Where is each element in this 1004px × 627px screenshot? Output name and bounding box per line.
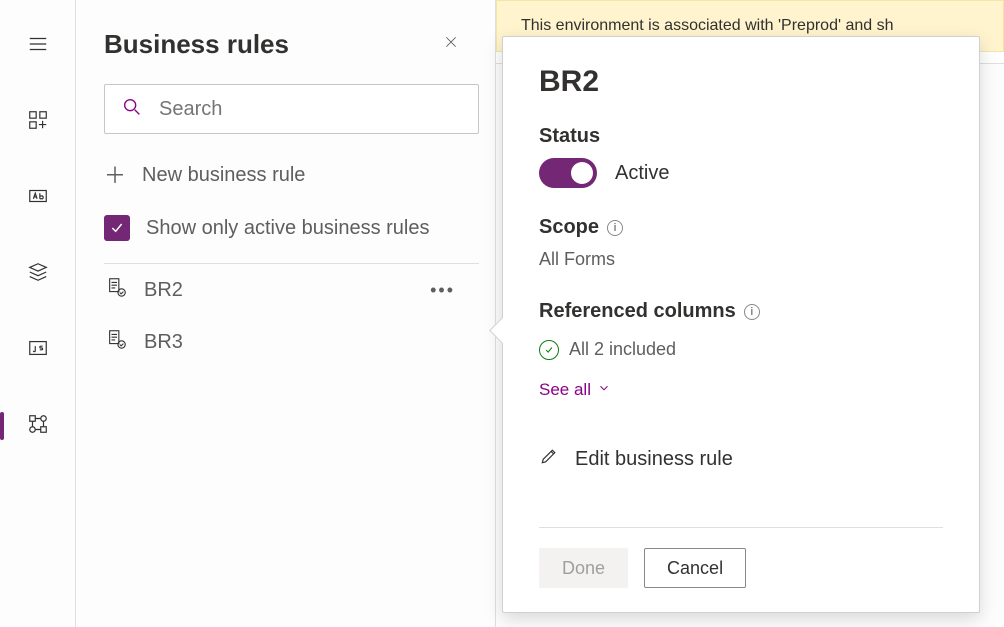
search-input[interactable] xyxy=(157,97,462,122)
js-icon xyxy=(27,337,49,364)
nav-layers[interactable] xyxy=(16,256,60,292)
hamburger-icon xyxy=(27,33,49,60)
filter-label: Show only active business rules xyxy=(146,217,429,240)
rule-icon xyxy=(106,276,128,304)
nav-text[interactable] xyxy=(16,180,60,216)
check-circle-icon xyxy=(539,340,559,360)
done-button[interactable]: Done xyxy=(539,548,628,588)
business-rules-panel: Business rules ＋ New business rule Show … xyxy=(76,0,496,627)
nav-menu[interactable] xyxy=(16,28,60,64)
info-icon[interactable]: i xyxy=(607,220,623,236)
grid-icon xyxy=(27,109,49,136)
status-label: Status xyxy=(539,125,943,148)
rule-item-br3[interactable]: BR3 xyxy=(104,316,487,368)
more-icon[interactable]: ••• xyxy=(430,280,455,301)
close-icon xyxy=(443,34,459,55)
flyout-footer: Done Cancel xyxy=(539,527,943,612)
nav-script[interactable] xyxy=(16,332,60,368)
chevron-down-icon xyxy=(597,380,611,400)
rule-details-flyout: BR2 Status Active Scope i All Forms Refe… xyxy=(502,36,980,613)
edit-business-rule-button[interactable]: Edit business rule xyxy=(539,446,943,472)
new-rule-label: New business rule xyxy=(142,164,305,187)
rule-icon xyxy=(106,328,128,356)
flow-icon xyxy=(27,413,49,440)
see-all-link[interactable]: See all xyxy=(539,380,943,400)
search-icon xyxy=(121,96,143,123)
nav-rail xyxy=(0,0,76,627)
pencil-icon xyxy=(539,446,559,472)
new-business-rule-button[interactable]: ＋ New business rule xyxy=(104,164,487,187)
nav-flow[interactable] xyxy=(16,408,60,444)
active-filter-row[interactable]: Show only active business rules xyxy=(104,215,487,241)
nav-apps[interactable] xyxy=(16,104,60,140)
ref-columns-label: Referenced columns i xyxy=(539,300,943,323)
rule-item-br2[interactable]: BR2 ••• xyxy=(104,264,487,316)
plus-icon: ＋ xyxy=(104,165,126,187)
scope-label: Scope i xyxy=(539,216,943,239)
info-icon[interactable]: i xyxy=(744,304,760,320)
status-toggle[interactable] xyxy=(539,158,597,188)
flyout-title: BR2 xyxy=(539,65,943,99)
layers-icon xyxy=(27,261,49,288)
rule-name: BR3 xyxy=(144,331,183,354)
warning-text: This environment is associated with 'Pre… xyxy=(521,17,894,35)
cancel-button[interactable]: Cancel xyxy=(644,548,746,588)
close-panel-button[interactable] xyxy=(435,28,467,60)
scope-value: All Forms xyxy=(539,249,943,270)
ref-columns-summary: All 2 included xyxy=(539,339,943,360)
text-icon xyxy=(27,185,49,212)
panel-title: Business rules xyxy=(104,29,289,60)
rule-name: BR2 xyxy=(144,279,183,302)
status-value: Active xyxy=(615,162,669,185)
search-box[interactable] xyxy=(104,84,479,134)
checkbox-checked-icon xyxy=(104,215,130,241)
